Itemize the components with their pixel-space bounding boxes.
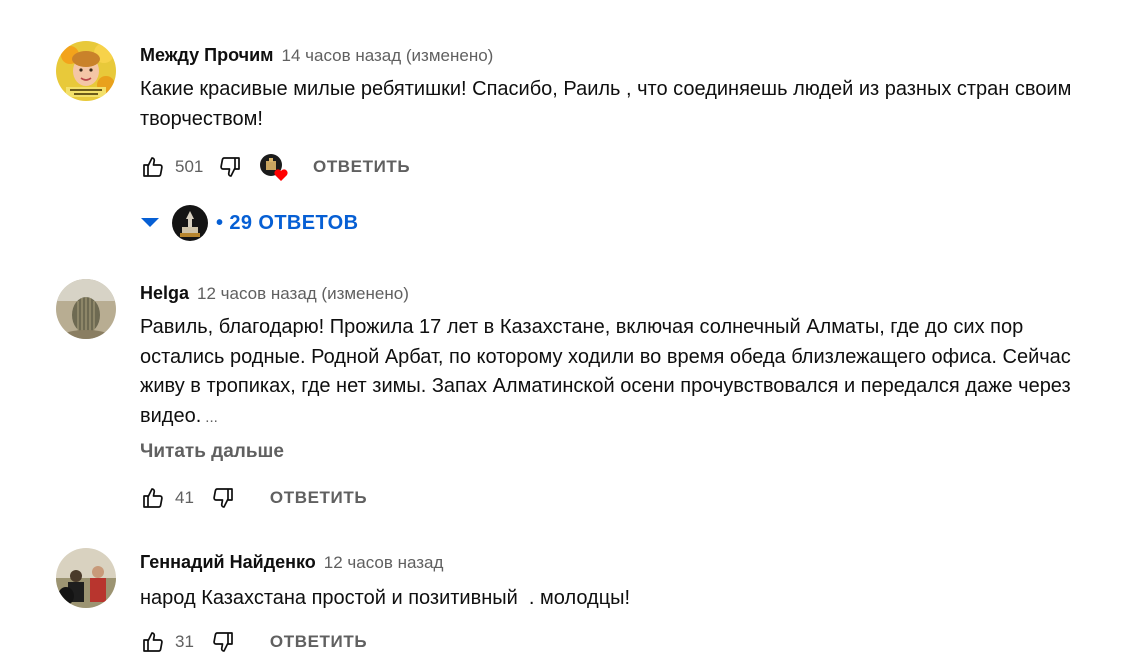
comment-timestamp[interactable]: 12 часов назад (изменено) xyxy=(197,284,409,303)
thumbs-up-icon xyxy=(143,632,163,652)
like-button[interactable] xyxy=(140,485,166,511)
like-button[interactable] xyxy=(140,154,166,180)
comment-actions: 31 ОТВЕТИТЬ xyxy=(140,629,367,655)
reply-button[interactable]: ОТВЕТИТЬ xyxy=(270,632,367,652)
comment-actions: 41 ОТВЕТИТЬ xyxy=(140,485,367,511)
like-count: 501 xyxy=(175,157,204,176)
dislike-button[interactable] xyxy=(210,485,236,511)
comment-header: Геннадий Найденко 12 часов назад xyxy=(140,552,443,573)
comment-text: народ Казахстана простой и позитивный . … xyxy=(140,587,631,609)
comment-timestamp[interactable]: 12 часов назад xyxy=(324,553,444,572)
like-count: 41 xyxy=(175,488,194,507)
comment-text: Какие красивые милые ребятишки! Спасибо,… xyxy=(140,78,1072,130)
creator-heart-icon xyxy=(260,154,288,181)
thumbs-down-icon xyxy=(213,488,233,508)
dislike-button[interactable] xyxy=(217,154,243,180)
like-count: 31 xyxy=(175,632,194,651)
comment-header: Между Прочим 14 часов назад (изменено) xyxy=(140,45,493,66)
child-portrait-avatar-icon xyxy=(56,41,116,101)
author-name[interactable]: Helga xyxy=(140,283,189,303)
thumbs-down-icon xyxy=(213,632,233,652)
comment-header: Helga 12 часов назад (изменено) xyxy=(140,283,409,304)
thumbs-up-icon xyxy=(143,488,163,508)
comment-text-body: Равиль, благодарю! Прожила 17 лет в Каза… xyxy=(140,316,1071,427)
caret-down-icon xyxy=(141,218,159,227)
comment-actions: 501 ОТВЕТИТЬ xyxy=(140,153,410,181)
comment-timestamp[interactable]: 14 часов назад (изменено) xyxy=(282,46,494,65)
thumbs-up-icon xyxy=(143,157,163,177)
author-name[interactable]: Геннадий Найденко xyxy=(140,552,316,572)
read-more-button[interactable]: Читать дальше xyxy=(140,441,284,463)
dislike-button[interactable] xyxy=(210,629,236,655)
thumbs-down-icon xyxy=(220,157,240,177)
view-replies-button[interactable]: • 29 ОТВЕТОВ xyxy=(140,203,358,243)
author-name[interactable]: Между Прочим xyxy=(140,45,274,65)
reply-button[interactable]: ОТВЕТИТЬ xyxy=(313,157,410,177)
author-avatar[interactable] xyxy=(56,41,116,101)
author-avatar[interactable] xyxy=(56,279,116,339)
reply-button[interactable]: ОТВЕТИТЬ xyxy=(270,488,367,508)
cactus-avatar-icon xyxy=(56,279,116,339)
comment-ellipsis: ... xyxy=(205,408,218,426)
creator-avatar-icon xyxy=(172,205,208,241)
comment-text: Равиль, благодарю! Прожила 17 лет в Каза… xyxy=(140,313,1105,432)
replier-avatar xyxy=(172,205,208,241)
group-photo-avatar-icon xyxy=(56,548,116,608)
creator-heart-badge xyxy=(259,153,288,181)
like-button[interactable] xyxy=(140,629,166,655)
author-avatar[interactable] xyxy=(56,548,116,608)
replies-count-label[interactable]: • 29 ОТВЕТОВ xyxy=(216,212,358,235)
